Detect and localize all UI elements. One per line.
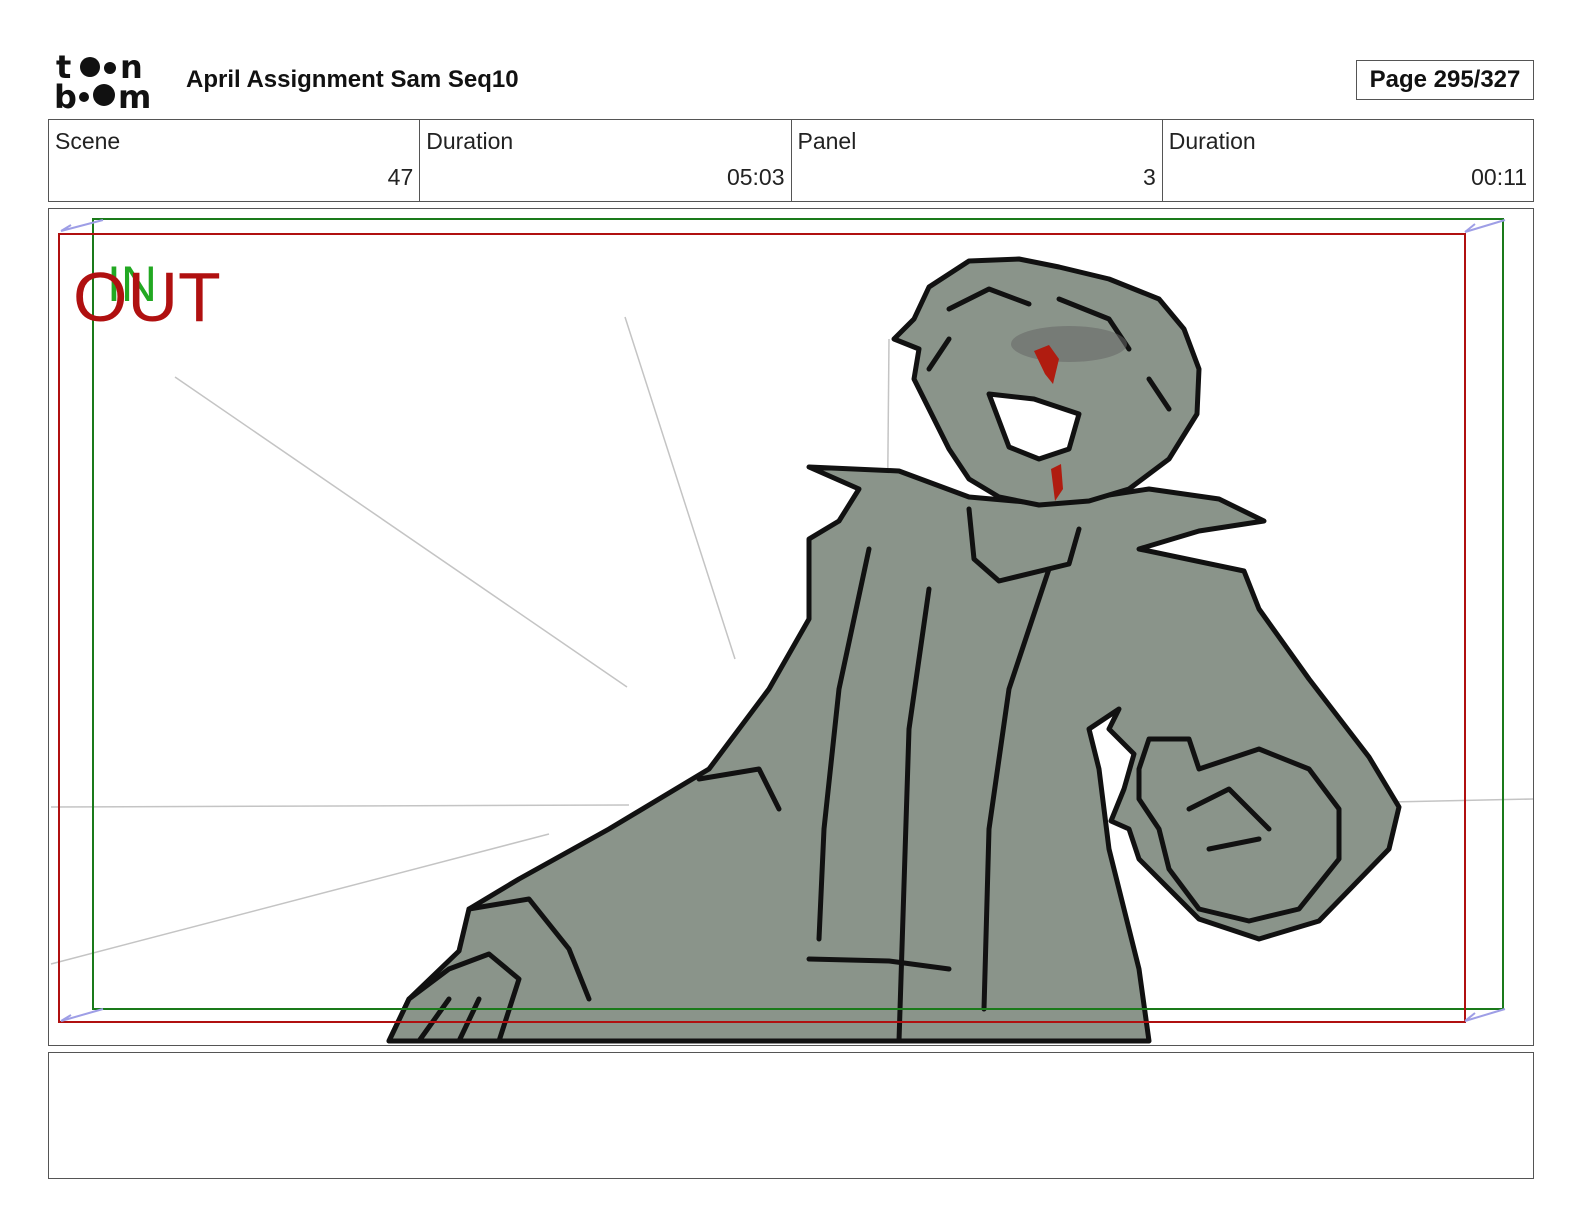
eye-shadow <box>1011 326 1127 362</box>
project-title: April Assignment Sam Seq10 <box>186 66 519 93</box>
svg-text:m: m <box>118 78 151 112</box>
scene-duration-label: Duration <box>426 128 514 154</box>
panel-duration-label: Duration <box>1168 128 1256 154</box>
panel-duration-cell: Duration 00:11 <box>1161 120 1533 201</box>
scene-cell: Scene 47 <box>49 120 419 201</box>
panel-cell: Panel 3 <box>790 120 1162 201</box>
panel-duration-value: 00:11 <box>1471 164 1527 190</box>
panel-drawing: IN OUT <box>50 218 1533 1044</box>
scene-value: 47 <box>387 164 414 190</box>
storyboard-panel: IN OUT <box>48 208 1534 1046</box>
toonboom-logo: t n b m <box>54 50 151 112</box>
scene-duration-value: 05:03 <box>726 164 785 190</box>
scene-info-table: Scene 47 Duration 05:03 Panel 3 Duration… <box>48 119 1534 202</box>
page-number: Page 295/327 <box>1356 60 1534 100</box>
panel-label: Panel <box>797 128 857 154</box>
dialogue-box <box>48 1052 1534 1179</box>
out-label: OUT <box>73 258 221 336</box>
panel-value: 3 <box>1142 164 1156 190</box>
svg-text:b: b <box>54 78 77 112</box>
scene-duration-cell: Duration 05:03 <box>419 120 790 201</box>
scene-label: Scene <box>55 128 121 154</box>
character-sketch <box>386 256 1402 1044</box>
